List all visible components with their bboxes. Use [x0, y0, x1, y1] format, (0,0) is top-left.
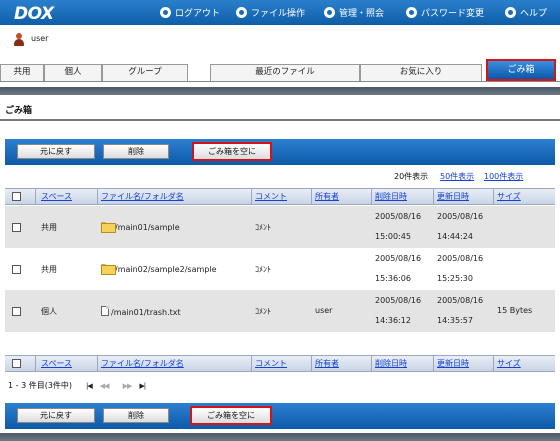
select-all-checkbox[interactable] — [12, 192, 21, 201]
empty-trash-button[interactable]: ごみ箱を空に — [192, 142, 272, 161]
col-updated[interactable]: 更新日時 — [437, 189, 469, 204]
table-header: スペース ファイル名/フォルダ名 コメント 所有者 削除日時 更新日時 サイズ — [5, 188, 555, 205]
result-count: 1 - 3 件目(3件中) — [8, 381, 73, 390]
col-owner[interactable]: 所有者 — [315, 189, 339, 204]
bottom-bar — [0, 433, 560, 441]
dox-logo: DOX — [14, 4, 54, 24]
logout-icon — [160, 7, 171, 18]
table-footer-header: スペース ファイル名/フォルダ名 コメント 所有者 削除日時 更新日時 サイズ — [5, 355, 555, 372]
page-size-100-link[interactable]: 100件表示 — [484, 171, 523, 182]
row-checkbox[interactable] — [12, 223, 21, 232]
next-page-icon[interactable]: ▶▶ — [123, 382, 133, 390]
empty-trash-button[interactable]: ごみ箱を空に — [190, 406, 272, 425]
col-space[interactable]: スペース — [41, 356, 72, 371]
table-row[interactable]: 個人 /main01/trash.txt ｺﾒﾝﾄ user 2005/08/1… — [5, 290, 555, 332]
file-ops-link[interactable]: ファイル操作 — [236, 6, 305, 19]
tab-favorites[interactable]: お気に入り — [360, 64, 482, 81]
admin-icon — [324, 7, 335, 18]
folder-icon — [101, 222, 116, 233]
help-icon — [505, 7, 516, 18]
tab-shared[interactable]: 共用 — [0, 64, 44, 81]
action-toolbar-bottom: 元に戻す 削除 ごみ箱を空に — [5, 403, 555, 429]
file-icon — [101, 306, 109, 316]
file-name[interactable]: /main02/sample2/sample — [101, 264, 217, 275]
table-row[interactable]: 共用 /main02/sample2/sample ｺﾒﾝﾄ 2005/08/1… — [5, 248, 555, 290]
col-updated[interactable]: 更新日時 — [437, 356, 469, 371]
page-size-50-link[interactable]: 50件表示 — [440, 171, 474, 182]
col-comment[interactable]: コメント — [255, 356, 287, 371]
divider — [0, 87, 560, 95]
tab-trash[interactable]: ごみ箱 — [486, 59, 556, 81]
user-icon — [13, 33, 25, 46]
admin-link[interactable]: 管理・照会 — [324, 6, 384, 19]
first-page-icon[interactable]: |◀ — [86, 382, 93, 390]
select-all-checkbox[interactable] — [12, 359, 21, 368]
help-link[interactable]: ヘルプ — [505, 6, 547, 19]
pagination: 1 - 3 件目(3件中) |◀ ◀◀ ▶▶ ▶| — [8, 380, 146, 391]
folder-icon — [101, 264, 116, 275]
row-checkbox[interactable] — [12, 265, 21, 274]
file-name[interactable]: /main01/trash.txt — [101, 306, 181, 317]
file-name[interactable]: /main01/sample — [101, 222, 180, 233]
row-checkbox[interactable] — [12, 307, 21, 316]
col-size[interactable]: サイズ — [497, 356, 521, 371]
col-comment[interactable]: コメント — [255, 189, 287, 204]
user-bar: user — [0, 25, 560, 55]
logout-link[interactable]: ログアウト — [160, 6, 220, 19]
refresh-icon — [406, 7, 417, 18]
last-page-icon[interactable]: ▶| — [139, 382, 146, 390]
page-size-current: 20件表示 — [394, 172, 429, 181]
restore-button[interactable]: 元に戻す — [17, 408, 95, 423]
col-name[interactable]: ファイル名/フォルダ名 — [101, 189, 184, 204]
tab-recent-files[interactable]: 最近のファイル — [210, 64, 360, 81]
col-owner[interactable]: 所有者 — [315, 356, 339, 371]
app-header: DOX ログアウト ファイル操作 管理・照会 パスワード変更 ヘルプ — [0, 0, 560, 25]
username: user — [31, 34, 49, 43]
col-size[interactable]: サイズ — [497, 189, 521, 204]
tab-group[interactable]: グループ — [102, 64, 188, 81]
tab-personal[interactable]: 個人 — [44, 64, 102, 81]
page-title: ごみ箱 — [5, 106, 33, 116]
col-name[interactable]: ファイル名/フォルダ名 — [101, 356, 184, 371]
title-underline — [0, 119, 560, 121]
space-tabs: 共用 個人 グループ 最近のファイル お気に入り ごみ箱 — [0, 59, 560, 82]
col-deleted[interactable]: 削除日時 — [375, 189, 407, 204]
col-space[interactable]: スペース — [41, 189, 72, 204]
delete-button[interactable]: 削除 — [103, 408, 169, 423]
file-ops-icon — [236, 7, 247, 18]
action-toolbar-top: 元に戻す 削除 ごみ箱を空に — [5, 139, 555, 165]
restore-button[interactable]: 元に戻す — [17, 144, 95, 159]
change-password-link[interactable]: パスワード変更 — [406, 6, 484, 19]
prev-page-icon[interactable]: ◀◀ — [100, 382, 110, 390]
table-row[interactable]: 共用 /main01/sample ｺﾒﾝﾄ 2005/08/16 15:00:… — [5, 206, 555, 248]
col-deleted[interactable]: 削除日時 — [375, 356, 407, 371]
delete-button[interactable]: 削除 — [103, 144, 169, 159]
